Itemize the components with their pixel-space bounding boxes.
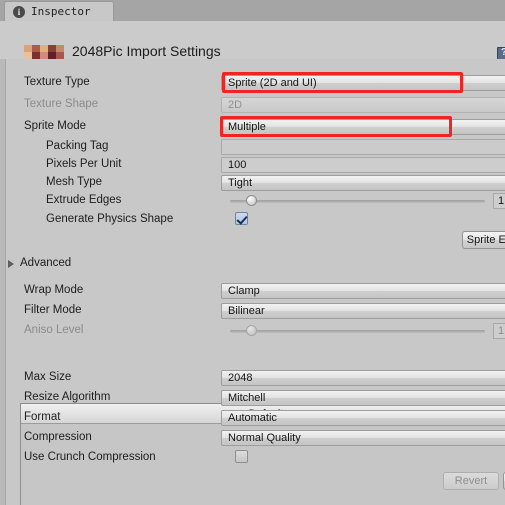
- texture-shape-label: Texture Shape: [24, 98, 99, 110]
- resize-algorithm-dropdown[interactable]: Mitchell: [221, 390, 505, 406]
- format-label: Format: [24, 411, 61, 423]
- mesh-type-label: Mesh Type: [46, 176, 103, 188]
- max-size-label: Max Size: [24, 371, 72, 383]
- row-format: Format Automatic: [8, 410, 505, 427]
- mesh-type-dropdown[interactable]: Tight: [221, 175, 505, 191]
- max-size-value: 2048: [228, 372, 253, 384]
- row-texture-shape: Texture Shape 2D: [8, 97, 505, 114]
- row-max-size: Max Size 2048: [8, 370, 505, 387]
- pixels-per-unit-value: 100: [228, 159, 247, 171]
- compression-label: Compression: [24, 431, 92, 443]
- mesh-type-value: Tight: [228, 177, 253, 189]
- left-rail: [0, 59, 6, 505]
- pixels-per-unit-input[interactable]: 100: [221, 157, 505, 173]
- sprite-mode-value: Multiple: [228, 121, 266, 133]
- sprite-mode-dropdown[interactable]: Multiple: [221, 119, 505, 135]
- sprite-editor-button-label: Sprite Editor: [466, 234, 505, 246]
- aniso-level-value: 1: [498, 325, 505, 337]
- filter-mode-value: Bilinear: [228, 305, 265, 317]
- texture-type-label: Texture Type: [24, 76, 90, 88]
- sprite-editor-button[interactable]: Sprite Editor: [462, 231, 505, 249]
- aniso-level-label: Aniso Level: [24, 324, 84, 336]
- row-mesh-type: Mesh Type Tight: [8, 175, 505, 192]
- chevron-right-icon: [8, 260, 14, 268]
- wrap-mode-value: Clamp: [228, 285, 260, 297]
- tab-inspector-label: Inspector: [31, 5, 91, 18]
- texture-shape-dropdown: 2D: [221, 97, 505, 113]
- aniso-level-slider: [230, 323, 485, 339]
- asset-header: 2048Pic Import Settings: [0, 21, 505, 67]
- compression-dropdown[interactable]: Normal Quality: [221, 430, 505, 446]
- inspector-body: Texture Type Sprite (2D and UI) Texture …: [0, 59, 505, 505]
- row-extrude-edges: Extrude Edges 1: [8, 193, 505, 210]
- revert-button: Revert: [443, 472, 499, 490]
- max-size-dropdown[interactable]: 2048: [221, 370, 505, 386]
- wrap-mode-label: Wrap Mode: [24, 284, 84, 296]
- sprite-mode-label: Sprite Mode: [24, 120, 87, 132]
- advanced-label: Advanced: [20, 257, 72, 269]
- texture-type-dropdown[interactable]: Sprite (2D and UI): [221, 75, 505, 91]
- packing-tag-input[interactable]: [221, 139, 505, 155]
- inspector-window: i Inspector 2048Pic Import Settings Text…: [0, 0, 505, 505]
- page-title: 2048Pic Import Settings: [72, 43, 221, 59]
- slider-knob[interactable]: [246, 195, 257, 206]
- use-crunch-compression-label: Use Crunch Compression: [24, 451, 156, 463]
- row-packing-tag: Packing Tag: [8, 139, 505, 156]
- row-aniso-level: Aniso Level 1: [8, 323, 505, 340]
- pixels-per-unit-label: Pixels Per Unit: [46, 158, 122, 170]
- row-pixels-per-unit: Pixels Per Unit 100: [8, 157, 505, 174]
- info-icon: i: [13, 5, 25, 18]
- tab-inspector[interactable]: i Inspector: [4, 1, 114, 21]
- row-wrap-mode: Wrap Mode Clamp: [8, 283, 505, 300]
- use-crunch-compression-checkbox[interactable]: [235, 450, 248, 463]
- slider-track: [230, 330, 485, 333]
- slider-track: [230, 200, 485, 203]
- extrude-edges-slider[interactable]: [230, 193, 485, 209]
- row-filter-mode: Filter Mode Bilinear: [8, 303, 505, 320]
- row-resize-algorithm: Resize Algorithm Mitchell: [8, 390, 505, 407]
- generate-physics-shape-checkbox[interactable]: [235, 212, 248, 225]
- tab-bar: i Inspector: [0, 0, 505, 21]
- resize-algorithm-label: Resize Algorithm: [24, 391, 111, 403]
- extrude-edges-input[interactable]: 1: [493, 193, 505, 209]
- packing-tag-label: Packing Tag: [46, 140, 109, 152]
- wrap-mode-dropdown[interactable]: Clamp: [221, 283, 505, 299]
- filter-mode-label: Filter Mode: [24, 304, 82, 316]
- texture-type-value: Sprite (2D and UI): [228, 77, 317, 89]
- slider-knob: [246, 325, 257, 336]
- row-use-crunch-compression: Use Crunch Compression: [8, 450, 505, 467]
- revert-button-label: Revert: [454, 475, 488, 487]
- row-generate-physics-shape: Generate Physics Shape: [8, 212, 505, 229]
- extrude-edges-value: 1: [498, 195, 505, 207]
- texture-shape-value: 2D: [228, 99, 243, 111]
- extrude-edges-label: Extrude Edges: [46, 194, 122, 206]
- compression-value: Normal Quality: [228, 432, 301, 444]
- aniso-level-input: 1: [493, 323, 505, 339]
- format-value: Automatic: [228, 412, 277, 424]
- generate-physics-shape-label: Generate Physics Shape: [46, 213, 174, 225]
- resize-algorithm-value: Mitchell: [228, 392, 266, 404]
- filter-mode-dropdown[interactable]: Bilinear: [221, 303, 505, 319]
- row-sprite-mode: Sprite Mode Multiple: [8, 119, 505, 136]
- format-dropdown[interactable]: Automatic: [221, 410, 505, 426]
- row-compression: Compression Normal Quality: [8, 430, 505, 447]
- row-texture-type: Texture Type Sprite (2D and UI): [8, 75, 505, 92]
